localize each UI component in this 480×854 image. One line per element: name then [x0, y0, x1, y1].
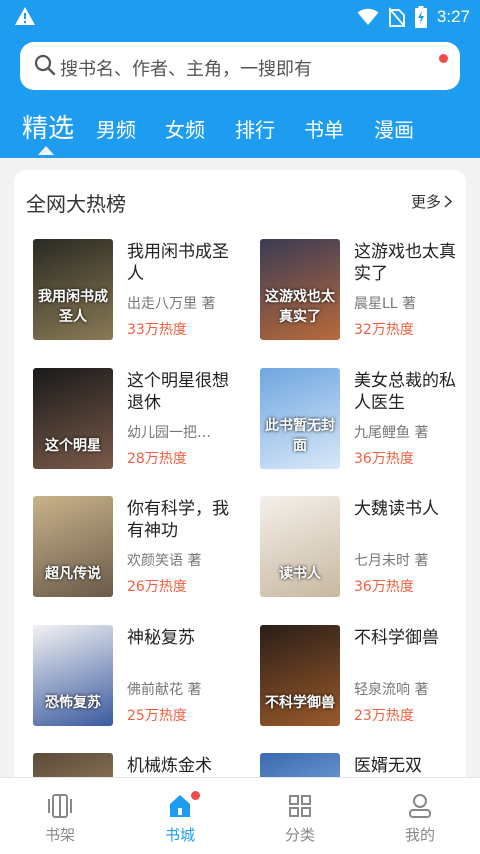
nav-label: 书城: [164, 826, 195, 844]
notification-dot: [439, 54, 448, 63]
section-title: 全网大热榜: [26, 192, 126, 216]
nav-label: 书架: [44, 826, 75, 844]
wifi-icon: [357, 8, 379, 25]
book-cover: 超凡传说: [33, 496, 113, 597]
book-title: 机械炼金术: [127, 756, 212, 776]
chevron-right-icon: [444, 195, 452, 208]
book-author: 九尾鲤鱼 著: [354, 425, 429, 441]
book-title: 美女总裁的私人医生: [354, 371, 456, 413]
more-link[interactable]: 更多: [411, 191, 452, 212]
nav-label: 分类: [284, 826, 315, 844]
nav-bookstore[interactable]: 书城: [120, 778, 240, 854]
book-title: 这个明星很想退休: [127, 371, 229, 413]
tab-male[interactable]: 男频: [96, 114, 136, 143]
book-title: 我用闲书成圣人: [127, 242, 229, 284]
book-author: 晨星LL 著: [354, 296, 417, 312]
book-heat: 26万热度: [127, 579, 187, 595]
nav-label: 我的: [404, 826, 435, 844]
nav-bookshelf[interactable]: 书架: [0, 778, 120, 854]
book-cover: 这游戏也太真实了: [260, 239, 340, 340]
book-heat: 33万热度: [127, 322, 187, 338]
book-author: 出走八万里 著: [127, 296, 216, 312]
tab-comics[interactable]: 漫画: [374, 114, 414, 143]
book-title: 神秘复苏: [127, 628, 195, 648]
tab-indicator: [38, 146, 54, 155]
book-author: 佛前献花 著: [127, 682, 202, 698]
nav-profile[interactable]: 我的: [360, 778, 480, 854]
bookstore-home-icon: [170, 795, 190, 817]
book-author: 幼儿园一把…: [127, 425, 211, 441]
search-icon: [34, 54, 56, 76]
status-time: 3:27: [436, 7, 470, 26]
nav-badge: [191, 791, 200, 800]
battery-charging-icon: [414, 6, 427, 28]
book-item[interactable]: 这个明星 这个明星很想退休 幼儿园一把… 28万热度: [14, 368, 229, 478]
tab-female[interactable]: 女频: [165, 114, 205, 143]
book-title: 医婿无双: [354, 756, 422, 776]
profile-icon: [409, 794, 431, 818]
book-heat: 36万热度: [354, 579, 414, 595]
book-author: 七月未时 著: [354, 553, 429, 569]
book-heat: 25万热度: [127, 708, 187, 724]
category-tabs: 精选 男频 女频 排行 书单 漫画: [0, 108, 480, 152]
book-cover: 不科学御兽: [260, 625, 340, 726]
warning-icon: [15, 7, 35, 25]
header: 3:27 搜书名、作者、主角，一搜即有 精选 男频 女频 排行 书单 漫画: [0, 0, 480, 158]
book-heat: 28万热度: [127, 451, 187, 467]
book-heat: 32万热度: [354, 322, 414, 338]
book-item[interactable]: 这游戏也太真实了 这游戏也太真实了 晨星LL 著 32万热度: [241, 239, 456, 349]
book-title: 大魏读书人: [354, 499, 439, 519]
book-author: 轻泉流响 著: [354, 682, 429, 698]
tab-ranking[interactable]: 排行: [235, 114, 275, 143]
no-sim-icon: [388, 7, 405, 27]
bottom-nav: 书架 书城 分类 我的: [0, 777, 480, 854]
bookshelf-icon: [48, 794, 72, 818]
book-title: 不科学御兽: [354, 628, 439, 648]
book-author: 欢颜笑语 著: [127, 553, 202, 569]
book-cover: 此书暂无封面: [260, 368, 340, 469]
search-bar[interactable]: 搜书名、作者、主角，一搜即有: [20, 42, 460, 90]
tab-booklist[interactable]: 书单: [304, 114, 344, 143]
search-placeholder: 搜书名、作者、主角，一搜即有: [60, 59, 312, 80]
book-cover: 读书人: [260, 496, 340, 597]
nav-category[interactable]: 分类: [240, 778, 360, 854]
book-heat: 36万热度: [354, 451, 414, 467]
book-item[interactable]: 恐怖复苏 神秘复苏 佛前献花 著 25万热度: [14, 625, 224, 735]
hot-list-card: 全网大热榜 更多 我用闲书成圣人 我用闲书成圣人 出走八万里 著 33万热度 这…: [14, 170, 466, 790]
book-heat: 23万热度: [354, 708, 414, 724]
status-bar: 3:27: [0, 0, 480, 34]
book-item[interactable]: 不科学御兽 不科学御兽 轻泉流响 著 23万热度: [241, 625, 451, 735]
category-grid-icon: [289, 795, 311, 817]
book-item[interactable]: 读书人 大魏读书人 七月未时 著 36万热度: [241, 496, 451, 606]
book-cover: 恐怖复苏: [33, 625, 113, 726]
book-title: 这游戏也太真实了: [354, 242, 456, 284]
book-cover: 这个明星: [33, 368, 113, 469]
book-item[interactable]: 此书暂无封面 美女总裁的私人医生 九尾鲤鱼 著 36万热度: [241, 368, 456, 478]
book-item[interactable]: 超凡传说 你有科学，我有神功 欢颜笑语 著 26万热度: [14, 496, 229, 606]
book-cover: 我用闲书成圣人: [33, 239, 113, 340]
book-title: 你有科学，我有神功: [127, 499, 229, 541]
more-label: 更多: [410, 193, 441, 211]
book-item[interactable]: 我用闲书成圣人 我用闲书成圣人 出走八万里 著 33万热度: [14, 239, 229, 349]
tab-selected[interactable]: 精选: [22, 108, 74, 145]
